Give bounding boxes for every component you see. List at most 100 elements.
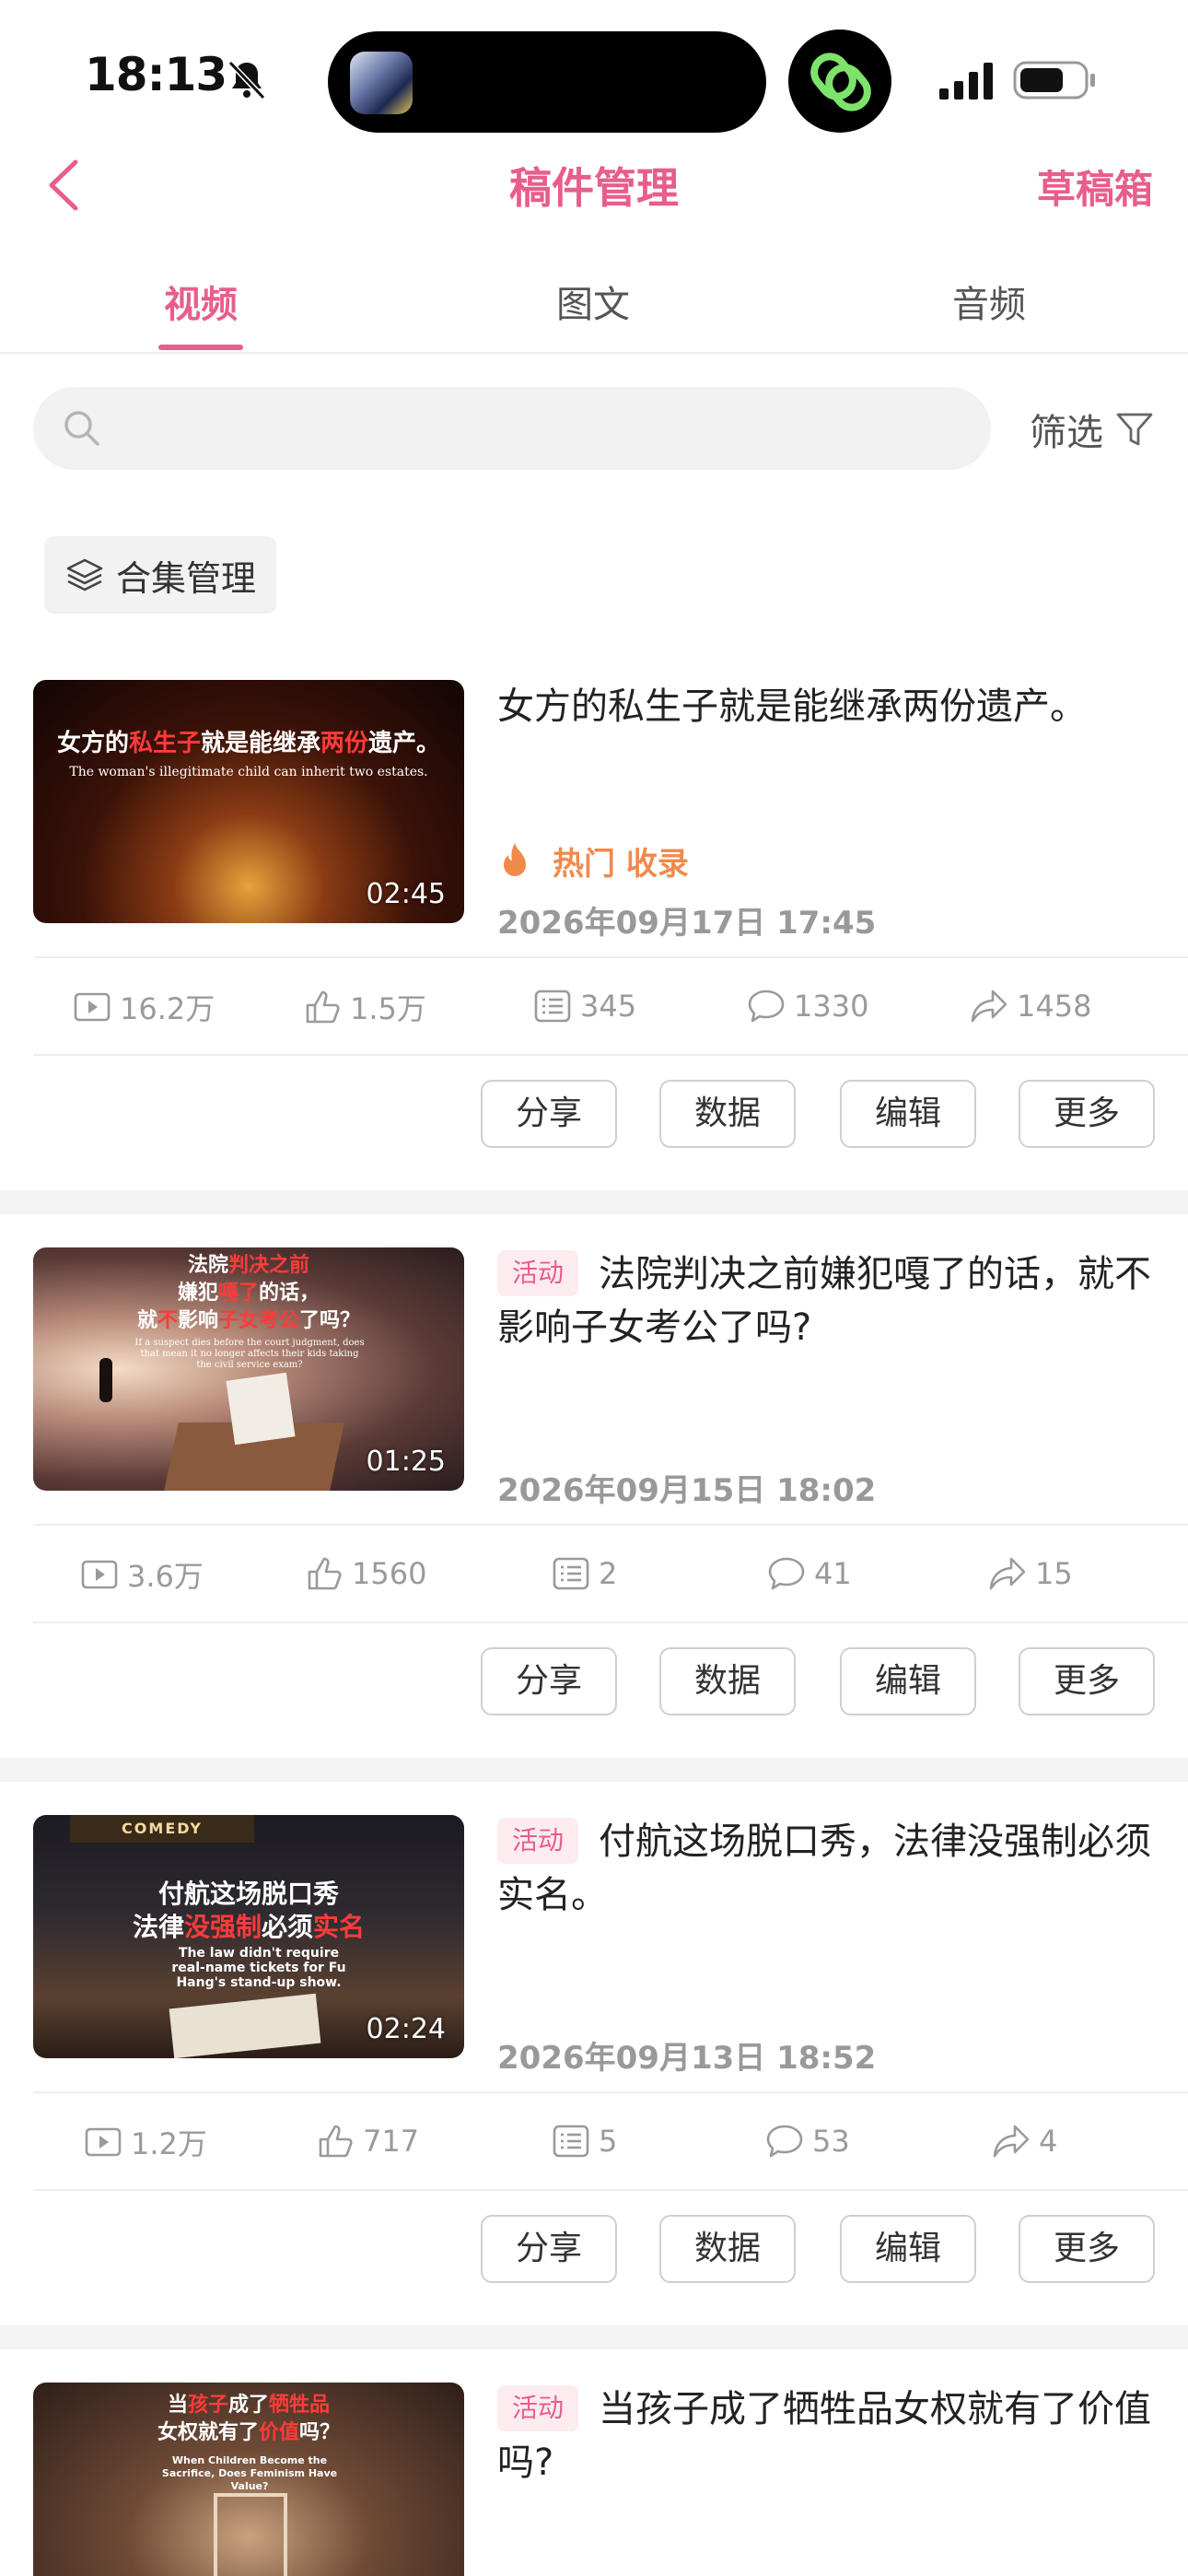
thumbs-up-icon <box>306 990 340 1024</box>
more-button[interactable]: 更多 <box>1019 1647 1155 1715</box>
funnel-icon <box>1116 413 1153 446</box>
content-type-tabs: 视频 图文 音频 <box>0 249 1188 354</box>
search-input[interactable] <box>116 404 963 453</box>
video-card: 当孩子成了牺牲品 女权就有了价值吗？ When Children Become t… <box>0 2383 1188 2576</box>
video-stats: 16.2万 1.5万 345 1330 1458 <box>33 958 1188 1054</box>
video-title[interactable]: 活动 法院判决之前嫌犯嘎了的话，就不影响子女考公了吗? <box>497 1247 1160 1354</box>
data-button[interactable]: 数据 <box>659 2215 796 2283</box>
comment-icon <box>748 989 785 1023</box>
video-card: COMEDY 付航这场脱口秀 法律没强制必须实名 The law didn't r… <box>0 1815 1188 2325</box>
card-separator <box>0 1758 1188 1782</box>
edit-button[interactable]: 编辑 <box>840 1647 976 1715</box>
stat-danmaku: 345 <box>532 986 636 1026</box>
edit-button[interactable]: 编辑 <box>840 1080 976 1148</box>
stat-shares: 15 <box>987 1553 1073 1594</box>
thumbnail-caption: 付航这场脱口秀 法律没强制必须实名 <box>132 1879 366 1942</box>
drafts-button[interactable]: 草稿箱 <box>1037 158 1153 215</box>
hot-badge: 热门 收录 <box>497 838 689 884</box>
chair <box>214 2493 287 2576</box>
data-button[interactable]: 数据 <box>659 1080 796 1148</box>
stat-shares: 4 <box>991 2121 1057 2161</box>
battery-icon <box>1013 61 1095 100</box>
stat-plays: 3.6万 <box>79 1553 204 1596</box>
filter-label: 筛选 <box>1030 412 1103 454</box>
video-title[interactable]: 活动 当孩子成了牺牲品女权就有了价值吗? <box>497 2383 1160 2489</box>
search-icon <box>64 411 99 446</box>
search-bar[interactable] <box>33 387 991 470</box>
play-count-icon <box>85 2127 122 2157</box>
video-thumbnail[interactable]: 法院判决之前 嫌犯嘎了的话， 就不影响子女考公了吗？ If a suspect di… <box>33 1247 464 1491</box>
stat-plays: 16.2万 <box>72 986 215 1028</box>
active-tab-indicator <box>158 345 243 350</box>
more-button[interactable]: 更多 <box>1019 1080 1155 1148</box>
thumbs-up-icon <box>308 1557 342 1590</box>
danmaku-icon <box>553 2125 589 2158</box>
tab-image-text[interactable]: 图文 <box>501 275 685 328</box>
video-thumbnail[interactable]: COMEDY 付航这场脱口秀 法律没强制必须实名 The law didn't r… <box>33 1815 464 2058</box>
hot-label: 热门 收录 <box>553 846 689 883</box>
dynamic-island[interactable] <box>328 31 766 133</box>
video-title[interactable]: 女方的私生子就是能继承两份遗产。 <box>497 680 1160 733</box>
share-button[interactable]: 分享 <box>481 1647 617 1715</box>
stat-likes: 717 <box>315 2121 419 2161</box>
status-bar: 18:13 <box>0 0 1188 138</box>
filter-button[interactable]: 筛选 <box>1030 402 1155 457</box>
data-button[interactable]: 数据 <box>659 1647 796 1715</box>
play-count-icon <box>81 1560 118 1589</box>
share-button[interactable]: 分享 <box>481 1080 617 1148</box>
silhouette-figure <box>99 1358 112 1402</box>
danmaku-icon <box>534 989 571 1023</box>
link-app-badge[interactable] <box>788 29 891 133</box>
collection-management-button[interactable]: 合集管理 <box>44 536 276 614</box>
stat-shares: 1458 <box>969 986 1091 1026</box>
video-duration: 02:24 <box>366 2013 446 2045</box>
thumbnail-caption: 当孩子成了牺牲品 女权就有了价值吗？ <box>157 2394 341 2444</box>
thumbs-up-icon <box>319 2125 353 2158</box>
play-count-icon <box>74 992 111 1022</box>
stat-comments: 1330 <box>746 986 868 1026</box>
stat-likes: 1560 <box>304 1553 426 1594</box>
video-card: 法院判决之前 嫌犯嘎了的话， 就不影响子女考公了吗？ If a suspect di… <box>0 1247 1188 1758</box>
layers-icon <box>66 558 103 591</box>
card-separator <box>0 2325 1188 2349</box>
stat-danmaku: 2 <box>551 1553 617 1594</box>
stat-plays: 1.2万 <box>83 2121 207 2163</box>
publish-date: 2026年09月17日 17:45 <box>497 905 877 942</box>
stat-danmaku: 5 <box>551 2121 617 2161</box>
video-thumbnail[interactable]: 当孩子成了牺牲品 女权就有了价值吗？ When Children Become t… <box>33 2383 464 2576</box>
status-time: 18:13 <box>85 48 227 101</box>
edit-button[interactable]: 编辑 <box>840 2215 976 2283</box>
comment-icon <box>766 2125 803 2158</box>
bell-muted-icon <box>227 60 266 100</box>
marquee-sign: COMEDY <box>70 1815 254 1843</box>
video-stats: 1.2万 717 5 53 4 <box>33 2093 1188 2189</box>
collection-label: 合集管理 <box>116 557 257 599</box>
thumbnail-caption-en: The woman's illegitimate child can inher… <box>69 765 428 779</box>
now-playing-thumbnail <box>350 52 413 114</box>
tab-audio[interactable]: 音频 <box>897 275 1081 328</box>
event-tag: 活动 <box>497 1818 579 1864</box>
video-thumbnail[interactable]: 女方的私生子就是能继承两份遗产。 The woman's illegitimat… <box>33 680 464 923</box>
share-button[interactable]: 分享 <box>481 2215 617 2283</box>
video-actions: 分享 数据 编辑 更多 <box>0 2191 1188 2292</box>
more-button[interactable]: 更多 <box>1019 2215 1155 2283</box>
stat-comments: 41 <box>766 1553 852 1594</box>
publish-date: 2026年09月13日 18:52 <box>497 2040 877 2077</box>
danmaku-icon <box>553 1557 589 1590</box>
event-tag: 活动 <box>497 1250 579 1296</box>
share-arrow-icon <box>971 989 1007 1023</box>
publish-date: 2026年09月15日 18:02 <box>497 1472 877 1509</box>
video-duration: 01:25 <box>366 1446 446 1478</box>
ticket <box>169 1993 321 2058</box>
thumbnail-caption-en: The law didn't require real-name tickets… <box>171 1946 346 1990</box>
video-title[interactable]: 活动 付航这场脱口秀，法律没强制必须实名。 <box>497 1815 1160 1922</box>
card-separator <box>0 1190 1188 1214</box>
page-title: 稿件管理 <box>509 163 679 213</box>
tab-video[interactable]: 视频 <box>109 275 293 328</box>
thumbnail-caption: 法院判决之前 嫌犯嘎了的话， 就不影响子女考公了吗？ <box>136 1253 361 1332</box>
stat-comments: 53 <box>764 2121 850 2161</box>
cellular-signal-icon <box>939 63 993 100</box>
flame-icon <box>504 842 526 876</box>
video-card: 女方的私生子就是能继承两份遗产。 The woman's illegitimat… <box>0 680 1188 1190</box>
paper <box>226 1372 296 1446</box>
